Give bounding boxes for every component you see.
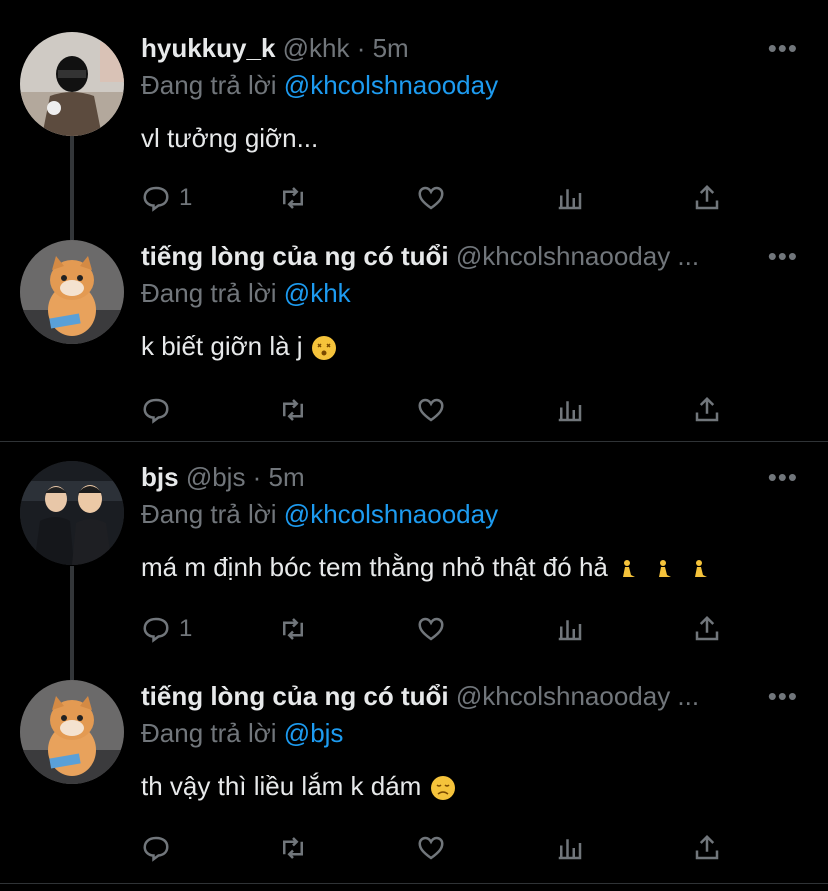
- display-name[interactable]: hyukkuy_k: [141, 33, 275, 63]
- reply-button[interactable]: [141, 390, 179, 430]
- tweet-text: má m định bóc tem thằng nhỏ thật đó hả: [141, 549, 711, 585]
- share-icon: [695, 615, 719, 641]
- handle-time: @khcolshnaooday ...: [455, 241, 700, 271]
- tweet-text: th vậy thì liều lắm k dám: [141, 768, 457, 804]
- retweet-button[interactable]: [278, 178, 308, 218]
- kneeling-person-emoji-icon: [623, 560, 708, 578]
- like-button[interactable]: [416, 178, 446, 218]
- reply-context: Đang trả lời @khcolshnaooday: [141, 495, 498, 533]
- share-button[interactable]: [692, 178, 722, 218]
- share-button[interactable]: [692, 390, 722, 430]
- tweet-header: tiếng lòng của ng có tuổi @khcolshnaooda…: [141, 236, 699, 276]
- retweet-button[interactable]: [278, 390, 308, 430]
- reply-icon: [143, 186, 169, 212]
- retweet-icon: [283, 187, 303, 209]
- reply-context: Đang trả lời @khcolshnaooday: [141, 66, 498, 104]
- share-icon: [695, 184, 719, 210]
- tweet-text: k biết giỡn là j: [141, 328, 338, 364]
- tweet[interactable]: tiếng lòng của ng có tuổi @khcolshnaooda…: [0, 676, 828, 876]
- handle-time: @khk · 5m: [282, 33, 409, 63]
- handle-time: @bjs · 5m: [185, 462, 305, 492]
- retweet-button[interactable]: [278, 609, 308, 649]
- retweet-button[interactable]: [278, 828, 308, 868]
- reply-prefix: Đang trả lời: [141, 70, 277, 100]
- tweet-text-content: th vậy thì liều lắm k dám: [141, 771, 422, 801]
- avatar[interactable]: [20, 461, 124, 565]
- more-icon[interactable]: •••: [768, 676, 798, 716]
- action-bar: [0, 828, 828, 868]
- more-icon[interactable]: •••: [768, 28, 798, 68]
- tweet[interactable]: hyukkuy_k @khk · 5m ••• Đang trả lời @kh…: [0, 28, 828, 218]
- reply-button[interactable]: [141, 828, 179, 868]
- like-button[interactable]: [416, 390, 446, 430]
- action-bar: 1: [0, 609, 828, 649]
- analytics-button[interactable]: [555, 828, 585, 868]
- share-button[interactable]: [692, 828, 722, 868]
- reply-icon: [143, 398, 169, 424]
- reply-icon: [143, 836, 169, 862]
- handle-time: @khcolshnaooday ...: [455, 681, 700, 711]
- reply-button[interactable]: 1: [141, 609, 192, 649]
- display-name[interactable]: bjs: [141, 462, 179, 492]
- more-icon[interactable]: •••: [768, 457, 798, 497]
- share-icon: [695, 834, 719, 860]
- like-icon: [418, 617, 444, 641]
- reply-icon: [143, 617, 169, 643]
- analytics-button[interactable]: [555, 390, 585, 430]
- like-icon: [418, 186, 444, 210]
- reply-prefix: Đang trả lời: [141, 499, 277, 529]
- analytics-icon: [558, 401, 582, 422]
- reply-context: Đang trả lời @bjs: [141, 714, 343, 752]
- tweet-header: hyukkuy_k @khk · 5m: [141, 28, 409, 68]
- reply-handle-link[interactable]: @khk: [284, 278, 351, 308]
- avatar[interactable]: [20, 240, 124, 344]
- avatar-image: [20, 461, 124, 565]
- tweet-text-content: k biết giỡn là j: [141, 331, 303, 361]
- share-icon: [695, 396, 719, 422]
- retweet-icon: [283, 837, 303, 859]
- more-icon[interactable]: •••: [768, 236, 798, 276]
- retweet-icon: [283, 399, 303, 421]
- avatar-image: [20, 32, 124, 136]
- avatar[interactable]: [20, 680, 124, 784]
- action-bar: 1: [0, 178, 828, 218]
- analytics-button[interactable]: [555, 609, 585, 649]
- reply-button[interactable]: 1: [141, 178, 192, 218]
- analytics-icon: [558, 620, 582, 641]
- disappointed-face-emoji-icon: [430, 776, 455, 801]
- action-bar: [0, 390, 828, 430]
- tweet[interactable]: bjs @bjs · 5m ••• Đang trả lời @khcolshn…: [0, 457, 828, 657]
- reply-prefix: Đang trả lời: [141, 718, 277, 748]
- like-button[interactable]: [416, 609, 446, 649]
- retweet-icon: [283, 618, 303, 640]
- share-button[interactable]: [692, 609, 722, 649]
- display-name[interactable]: tiếng lòng của ng có tuổi: [141, 681, 449, 711]
- reply-prefix: Đang trả lời: [141, 278, 277, 308]
- tweet-header: bjs @bjs · 5m: [141, 457, 305, 497]
- like-button[interactable]: [416, 828, 446, 868]
- tweet-text-content: má m định bóc tem thằng nhỏ thật đó hả: [141, 552, 608, 582]
- analytics-icon: [558, 189, 582, 210]
- analytics-icon: [558, 839, 582, 860]
- divider: [0, 441, 828, 442]
- reply-handle-link[interactable]: @khcolshnaooday: [284, 70, 498, 100]
- like-icon: [418, 836, 444, 860]
- display-name[interactable]: tiếng lòng của ng có tuổi: [141, 241, 449, 271]
- reply-count: 1: [179, 615, 193, 642]
- analytics-button[interactable]: [555, 178, 585, 218]
- avatar-image: [20, 680, 124, 784]
- dizzy-face-emoji-icon: [311, 336, 336, 361]
- reply-handle-link[interactable]: @khcolshnaooday: [284, 499, 498, 529]
- reply-count: 1: [179, 184, 193, 211]
- avatar-image: [20, 240, 124, 344]
- avatar[interactable]: [20, 32, 124, 136]
- tweet-header: tiếng lòng của ng có tuổi @khcolshnaooda…: [141, 676, 699, 716]
- reply-handle-link[interactable]: @bjs: [284, 718, 344, 748]
- reply-context: Đang trả lời @khk: [141, 274, 351, 312]
- tweet[interactable]: tiếng lòng của ng có tuổi @khcolshnaooda…: [0, 236, 828, 436]
- tweet-text: vl tưởng giỡn...: [141, 123, 319, 153]
- like-icon: [418, 398, 444, 422]
- divider: [0, 883, 828, 884]
